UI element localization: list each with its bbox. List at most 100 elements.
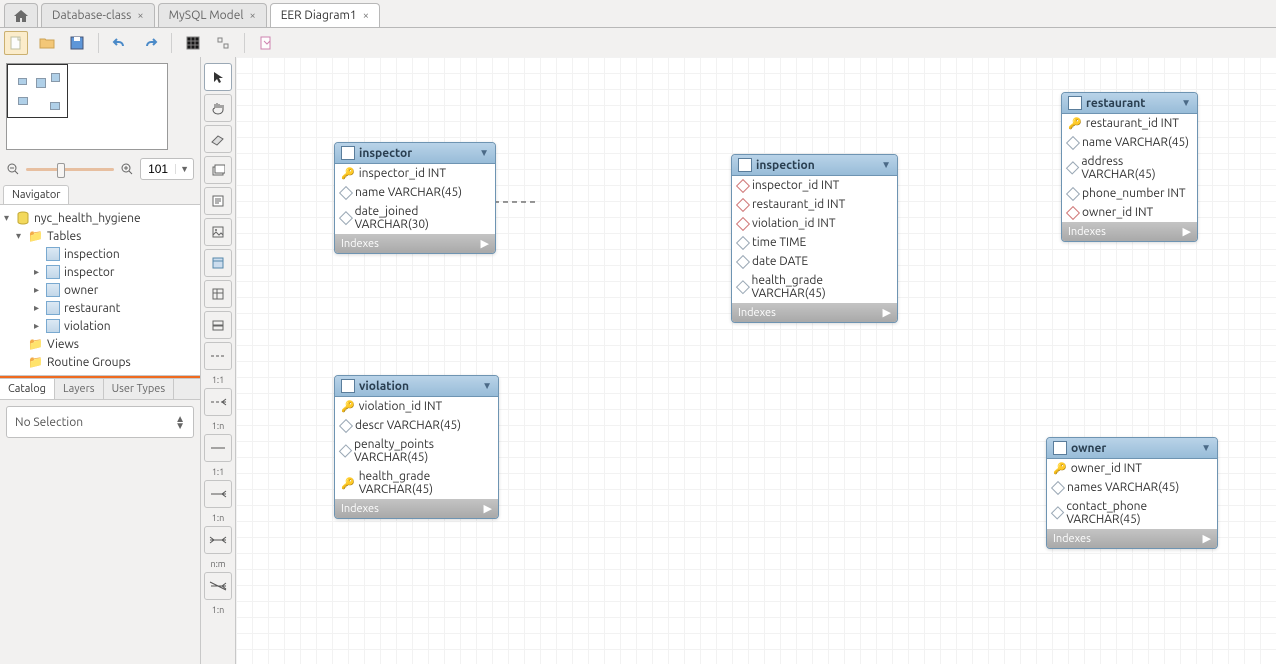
navigator-tab[interactable]: Navigator bbox=[3, 185, 69, 204]
rel-1n-nonident-tool[interactable] bbox=[204, 388, 232, 416]
tree-table-inspector[interactable]: ▸inspector bbox=[0, 263, 200, 281]
entity-inspector[interactable]: inspector▼ 🔑inspector_id INT name VARCHA… bbox=[334, 142, 496, 254]
palette-label: 1:n bbox=[212, 513, 224, 523]
entity-violation[interactable]: violation▼ 🔑violation_id INT descr VARCH… bbox=[334, 375, 499, 519]
layers-tab[interactable]: Layers bbox=[55, 379, 104, 399]
expand-icon[interactable]: ▶ bbox=[1203, 532, 1211, 545]
zoom-out-icon[interactable] bbox=[6, 162, 20, 176]
expand-icon[interactable]: ▶ bbox=[1183, 225, 1191, 238]
column-label: phone_number INT bbox=[1082, 187, 1186, 200]
export-button[interactable] bbox=[255, 32, 277, 54]
layer-tool[interactable] bbox=[204, 156, 232, 184]
pointer-tool[interactable] bbox=[204, 63, 232, 91]
grid-toggle-button[interactable] bbox=[182, 32, 204, 54]
column-label: restaurant_id INT bbox=[1086, 117, 1179, 130]
expand-icon[interactable]: ▶ bbox=[883, 306, 891, 319]
image-tool[interactable] bbox=[204, 218, 232, 246]
col-icon bbox=[1051, 506, 1065, 520]
indexes-label: Indexes bbox=[341, 238, 379, 250]
view-icon bbox=[211, 287, 225, 301]
collapse-icon[interactable]: ▼ bbox=[881, 159, 891, 171]
tree-table-restaurant[interactable]: ▸restaurant bbox=[0, 299, 200, 317]
close-icon[interactable]: × bbox=[363, 10, 369, 22]
save-button[interactable] bbox=[66, 32, 88, 54]
routine-icon bbox=[211, 318, 225, 332]
routines-label: Routine Groups bbox=[47, 356, 131, 369]
entity-owner[interactable]: owner▼ 🔑owner_id INT names VARCHAR(45) c… bbox=[1046, 437, 1218, 549]
schema-row-routines[interactable]: 📁 Routine Groups bbox=[0, 353, 200, 371]
hand-tool[interactable] bbox=[204, 94, 232, 122]
schema-row-db[interactable]: ▾ nyc_health_hygiene bbox=[0, 209, 200, 227]
folder-icon: 📁 bbox=[28, 337, 43, 351]
user-types-tab[interactable]: User Types bbox=[104, 379, 175, 399]
zoom-field[interactable]: ▼ bbox=[140, 158, 194, 180]
slider-handle[interactable] bbox=[57, 163, 65, 178]
expand-icon[interactable]: ▶ bbox=[484, 502, 492, 515]
rel-11-ident-tool[interactable] bbox=[204, 434, 232, 462]
tree-item-label: inspector bbox=[64, 266, 114, 279]
tab-label: MySQL Model bbox=[169, 9, 244, 22]
align-button[interactable] bbox=[212, 32, 234, 54]
database-icon bbox=[16, 211, 30, 225]
collapse-icon[interactable]: ▼ bbox=[1181, 97, 1191, 109]
catalog-tabstrip: Catalog Layers User Types bbox=[0, 378, 200, 400]
zoom-input[interactable] bbox=[141, 161, 175, 177]
tree-item-label: restaurant bbox=[64, 302, 120, 315]
palette-label: 1:n bbox=[212, 605, 224, 615]
column-label: penalty_points VARCHAR(45) bbox=[354, 438, 492, 464]
tree-table-violation[interactable]: ▸violation bbox=[0, 317, 200, 335]
rel-1n-ident-tool[interactable] bbox=[204, 480, 232, 508]
tree-item-label: inspection bbox=[64, 248, 120, 261]
open-file-button[interactable] bbox=[36, 32, 58, 54]
tab-database-class[interactable]: Database-class× bbox=[41, 3, 155, 27]
tree-table-owner[interactable]: ▸owner bbox=[0, 281, 200, 299]
minimap[interactable] bbox=[6, 63, 168, 150]
diagram-canvas[interactable]: inspector▼ 🔑inspector_id INT name VARCHA… bbox=[236, 57, 1276, 664]
close-icon[interactable]: × bbox=[137, 10, 143, 22]
entity-inspection[interactable]: inspection▼ inspector_id INT restaurant_… bbox=[731, 154, 898, 323]
layer-icon bbox=[211, 163, 225, 177]
table-icon bbox=[1053, 441, 1067, 455]
collapse-icon[interactable]: ▼ bbox=[1201, 442, 1211, 454]
save-icon bbox=[70, 36, 84, 50]
home-icon bbox=[13, 8, 29, 24]
home-tab[interactable] bbox=[4, 3, 38, 27]
zoom-in-icon[interactable] bbox=[120, 162, 134, 176]
redo-button[interactable] bbox=[139, 32, 161, 54]
column-label: date_joined VARCHAR(30) bbox=[355, 205, 489, 231]
table-icon bbox=[46, 283, 60, 297]
collapse-icon[interactable]: ▼ bbox=[482, 380, 492, 392]
table-tool[interactable] bbox=[204, 249, 232, 277]
selection-combo[interactable]: No Selection ▲▼ bbox=[6, 406, 194, 438]
stepper-arrows-icon[interactable]: ▲▼ bbox=[175, 415, 185, 429]
routine-group-tool[interactable] bbox=[204, 311, 232, 339]
new-file-button[interactable] bbox=[4, 31, 28, 55]
rel-place-tool[interactable] bbox=[204, 572, 232, 600]
note-tool[interactable] bbox=[204, 187, 232, 215]
zoom-dropdown-icon[interactable]: ▼ bbox=[175, 164, 193, 174]
palette-label: 1:n bbox=[212, 421, 224, 431]
view-tool[interactable] bbox=[204, 280, 232, 308]
grid-icon bbox=[186, 36, 200, 50]
collapse-icon[interactable]: ▼ bbox=[479, 147, 489, 159]
column-label: time TIME bbox=[752, 236, 806, 249]
tab-mysql-model[interactable]: MySQL Model × bbox=[158, 3, 267, 27]
rel-11-nonident-tool[interactable] bbox=[204, 342, 232, 370]
tab-eer-diagram[interactable]: EER Diagram1× bbox=[270, 3, 380, 27]
pointer-icon bbox=[211, 70, 225, 84]
column-label: inspector_id INT bbox=[752, 179, 839, 192]
catalog-tab[interactable]: Catalog bbox=[0, 379, 55, 399]
schema-row-views[interactable]: 📁 Views bbox=[0, 335, 200, 353]
expand-icon[interactable]: ▶ bbox=[481, 237, 489, 250]
schema-row-tables[interactable]: ▾ 📁 Tables bbox=[0, 227, 200, 245]
rel-nm-tool[interactable] bbox=[204, 526, 232, 554]
column-label: health_grade VARCHAR(45) bbox=[752, 274, 891, 300]
eraser-tool[interactable] bbox=[204, 125, 232, 153]
indexes-label: Indexes bbox=[738, 307, 776, 319]
tree-table-inspection[interactable]: inspection bbox=[0, 245, 200, 263]
zoom-slider[interactable] bbox=[26, 168, 114, 171]
tool-palette: 1:1 1:n 1:1 1:n n:m 1:n bbox=[201, 57, 236, 664]
undo-button[interactable] bbox=[109, 32, 131, 54]
close-icon[interactable]: × bbox=[249, 10, 255, 22]
entity-restaurant[interactable]: restaurant▼ 🔑restaurant_id INT name VARC… bbox=[1061, 92, 1198, 242]
